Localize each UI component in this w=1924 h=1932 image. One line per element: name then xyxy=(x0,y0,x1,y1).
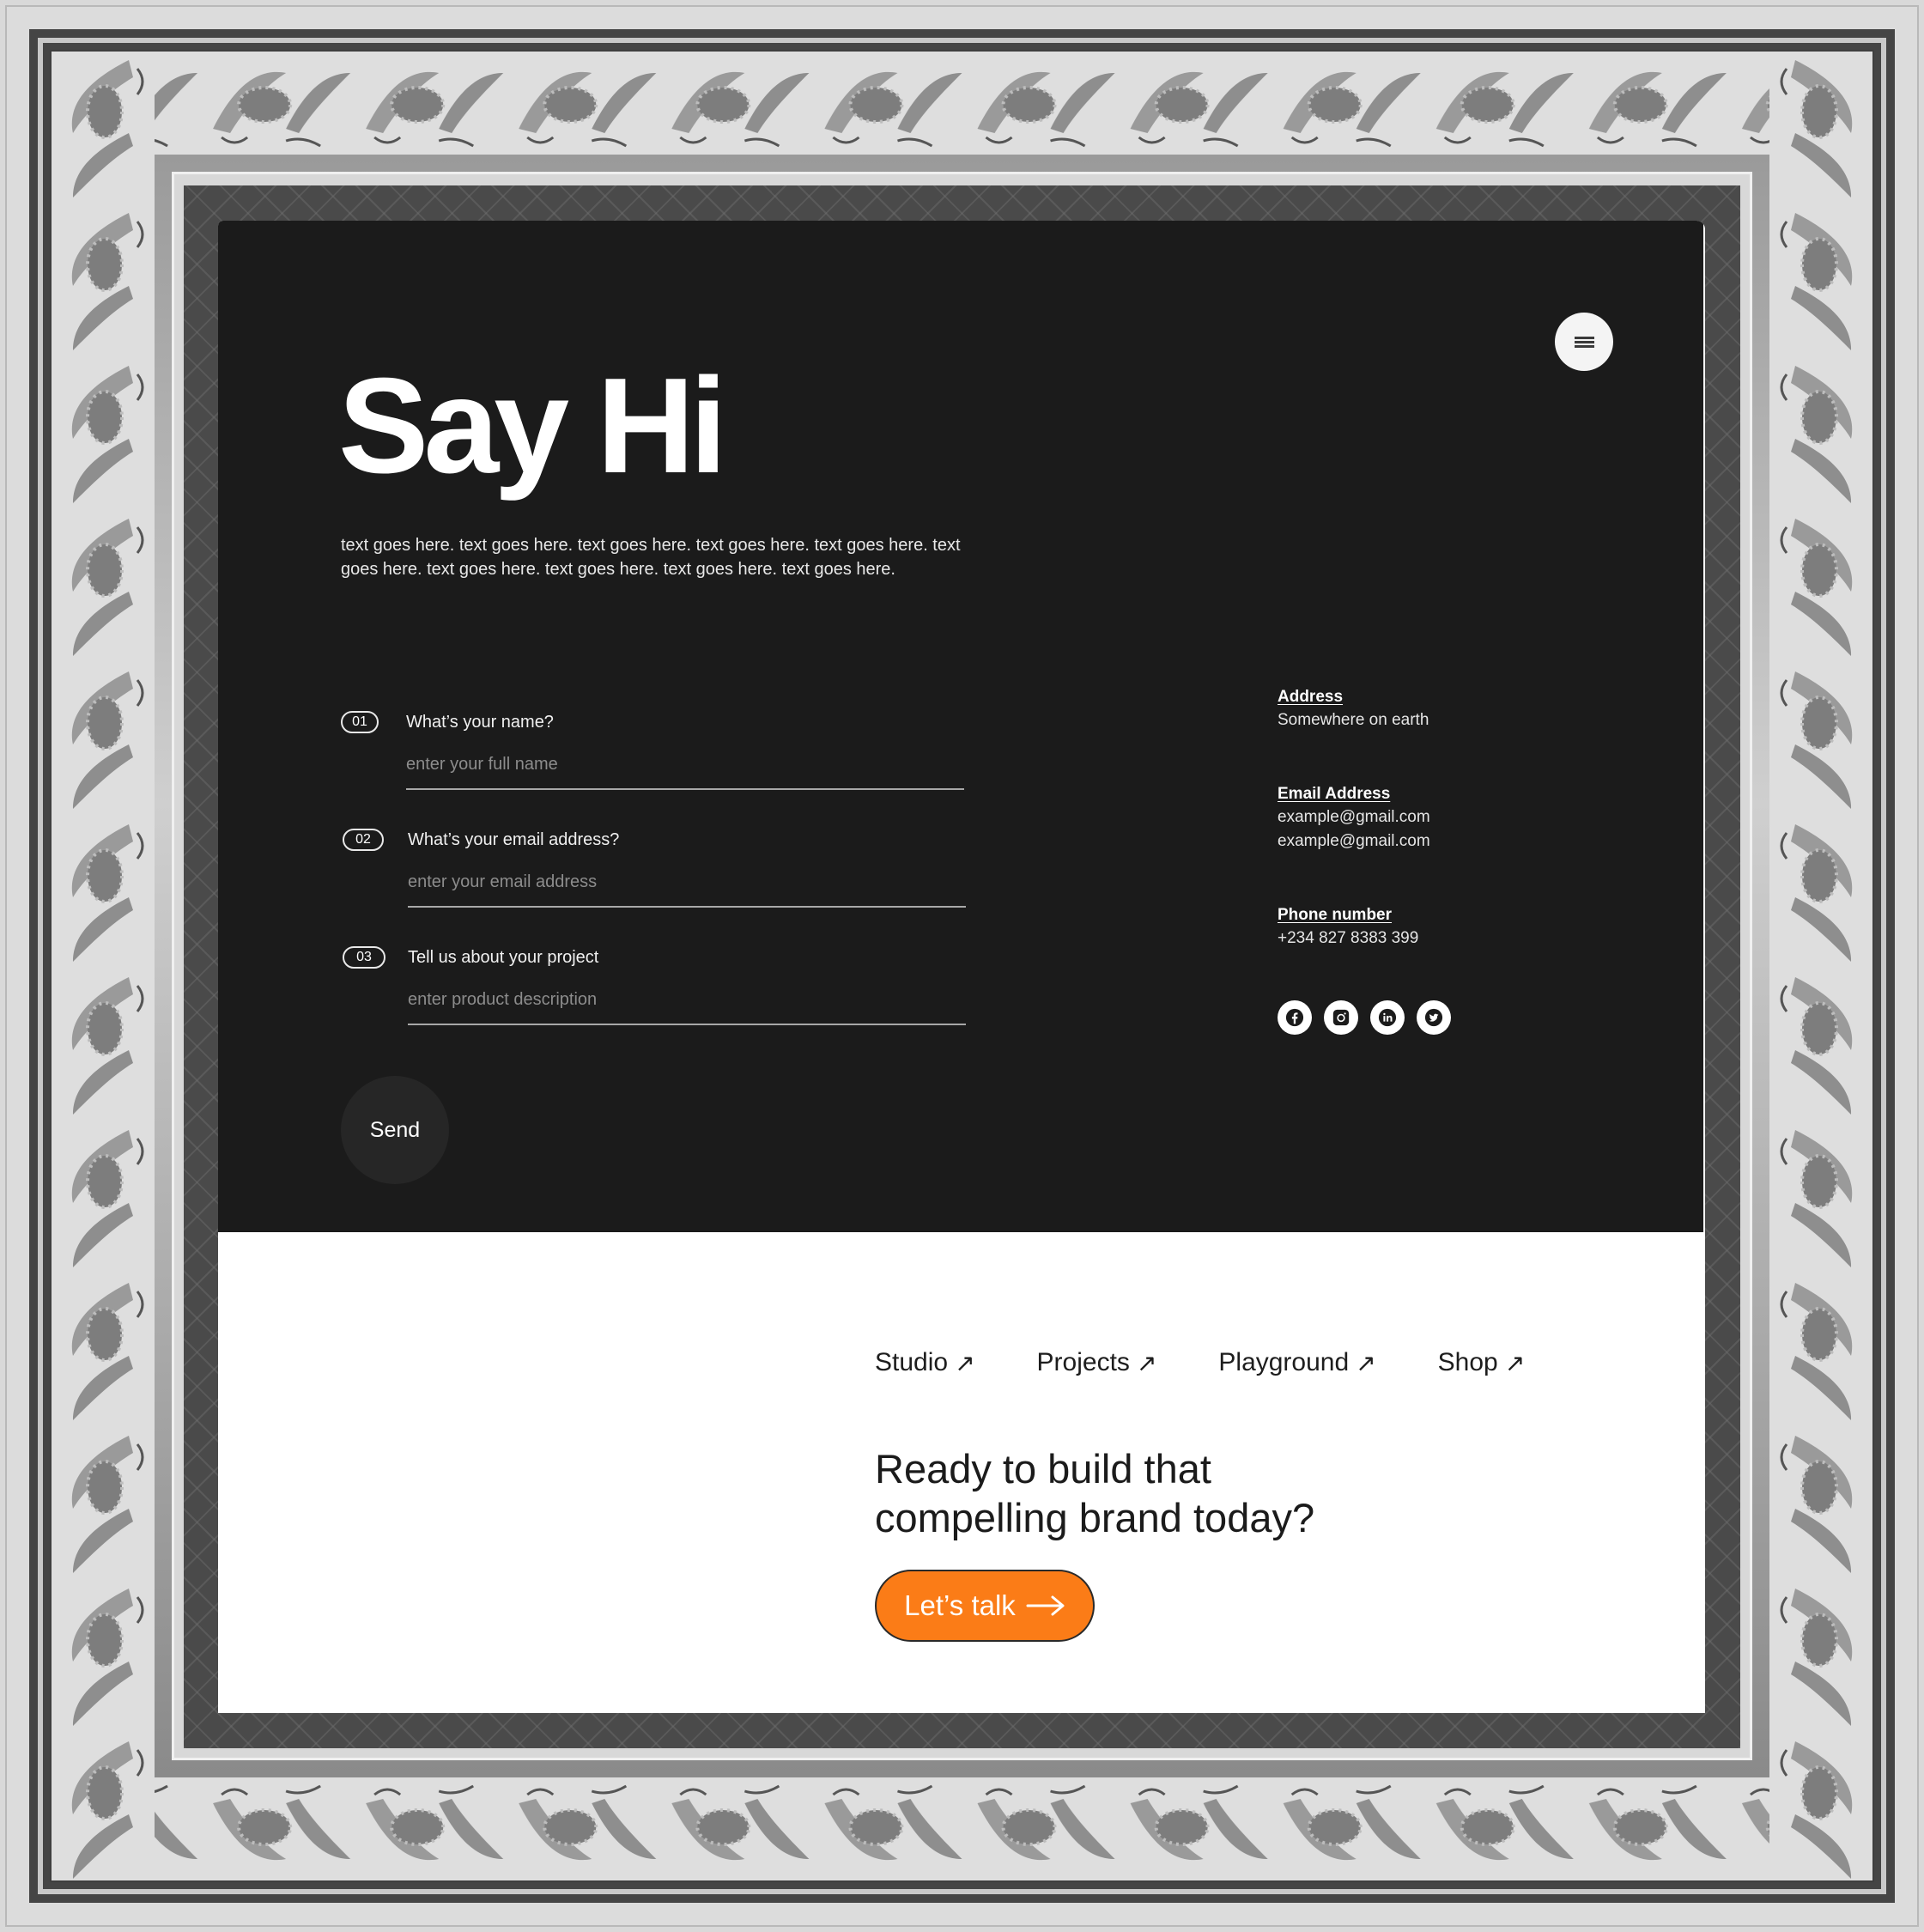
email-input[interactable] xyxy=(408,865,966,908)
email-label: Email Address xyxy=(1278,785,1391,803)
lets-talk-label: Let’s talk xyxy=(904,1589,1016,1621)
intro-text: text goes here. text goes here. text goe… xyxy=(341,536,961,579)
lets-talk-button[interactable]: Let’s talk xyxy=(875,1570,1095,1642)
twitter-link[interactable] xyxy=(1417,1000,1451,1035)
field-number-badge: 02 xyxy=(343,829,384,851)
hamburger-menu-icon xyxy=(1574,335,1594,349)
arrow-up-right-icon: ↗ xyxy=(1504,1349,1526,1376)
field-label: Tell us about your project xyxy=(408,948,599,967)
linkedin-icon xyxy=(1378,1008,1397,1027)
twitter-icon xyxy=(1424,1008,1443,1027)
field-number-badge: 01 xyxy=(341,711,379,733)
contact-email: Email Address example@gmail.com example@… xyxy=(1278,783,1430,854)
ornament-pattern xyxy=(1769,52,1872,1880)
nav-link-label: Playground xyxy=(1218,1348,1350,1376)
nav-link-shop[interactable]: Shop ↗ xyxy=(1438,1348,1526,1377)
address-value: Somewhere on earth xyxy=(1278,711,1429,729)
cta-heading: Ready to build that compelling brand tod… xyxy=(875,1444,1527,1542)
contact-phone: Phone number +234 827 8383 399 xyxy=(1278,904,1418,951)
nav-link-playground[interactable]: Playground ↗ xyxy=(1218,1348,1375,1377)
facebook-icon xyxy=(1285,1008,1304,1027)
phone-value: +234 827 8383 399 xyxy=(1278,929,1419,947)
frame-ornament-bottom xyxy=(52,1777,1872,1880)
social-links xyxy=(1278,1000,1451,1035)
arrow-up-right-icon: ↗ xyxy=(955,1349,975,1376)
frame-ornament-right xyxy=(1769,52,1872,1880)
email-link[interactable]: example@gmail.com xyxy=(1278,829,1430,854)
nav-link-projects[interactable]: Projects ↗ xyxy=(1037,1348,1157,1377)
email-link[interactable]: example@gmail.com xyxy=(1278,805,1430,829)
ornament-pattern xyxy=(52,52,155,1880)
ornament-pattern xyxy=(52,52,1872,155)
arrow-right-icon xyxy=(1026,1595,1065,1617)
footer-nav: Studio ↗ Projects ↗ Playground ↗ Shop ↗ xyxy=(875,1348,1525,1377)
field-label: What’s your name? xyxy=(406,713,554,732)
project-description-input[interactable] xyxy=(408,982,966,1025)
instagram-link[interactable] xyxy=(1324,1000,1358,1035)
contact-address: Address Somewhere on earth xyxy=(1278,686,1429,732)
menu-button[interactable] xyxy=(1555,313,1613,371)
nav-link-label: Shop xyxy=(1437,1348,1498,1376)
facebook-link[interactable] xyxy=(1278,1000,1312,1035)
nav-link-label: Projects xyxy=(1036,1348,1130,1376)
phone-label: Phone number xyxy=(1278,906,1393,924)
contact-page: Say Hi text goes here. text goes here. t… xyxy=(218,221,1705,1713)
cta-heading-line: Ready to build that xyxy=(875,1446,1211,1492)
arrow-up-right-icon: ↗ xyxy=(1136,1349,1157,1376)
cta-heading-line: compelling brand today? xyxy=(875,1495,1315,1540)
contact-section: Say Hi text goes here. text goes here. t… xyxy=(218,221,1703,1232)
page-title: Say Hi xyxy=(338,350,727,501)
nav-link-studio[interactable]: Studio ↗ xyxy=(875,1348,975,1377)
nav-link-label: Studio xyxy=(875,1348,949,1376)
name-input[interactable] xyxy=(406,747,964,790)
linkedin-link[interactable] xyxy=(1370,1000,1405,1035)
frame-ornament-left xyxy=(52,52,155,1880)
address-label: Address xyxy=(1278,688,1344,706)
ornament-pattern xyxy=(52,1777,1872,1880)
instagram-icon xyxy=(1332,1009,1350,1026)
send-button[interactable]: Send xyxy=(341,1076,449,1184)
frame-ornament-top xyxy=(52,52,1872,155)
arrow-up-right-icon: ↗ xyxy=(1356,1349,1376,1376)
field-number-badge: 03 xyxy=(343,946,385,969)
field-label: What’s your email address? xyxy=(408,830,620,849)
